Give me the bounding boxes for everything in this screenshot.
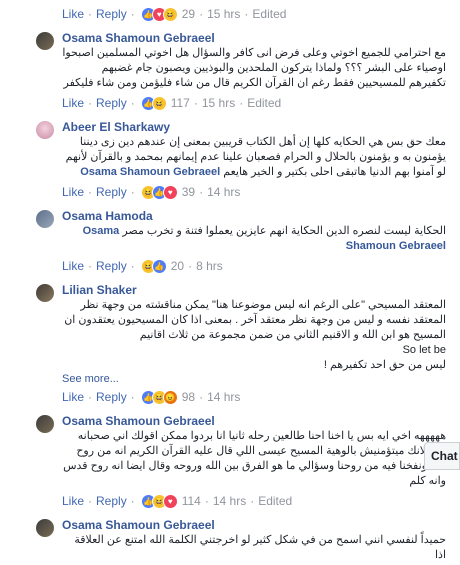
like-link[interactable]: Like <box>62 185 84 199</box>
comment-text: المعتقد المسيحي "على الرغم انه ليس موضوع… <box>64 299 446 341</box>
reactions[interactable]: 😆 👍 <box>140 258 167 274</box>
chat-tab[interactable]: Chat <box>424 442 460 470</box>
comment-item: Osama Hamoda الحكاية ليست لنصره الدين ال… <box>0 202 460 256</box>
like-link[interactable]: Like <box>62 7 84 21</box>
comment-text-body: الحكاية ليست لنصره الدين الحكاية انهم عا… <box>122 225 446 237</box>
comment-item: Abeer El Sharkawy معك حق بس هي الحكايه ك… <box>0 113 460 182</box>
reply-link[interactable]: Reply <box>96 7 127 21</box>
reactions[interactable]: 👍 😆 ♥ <box>140 493 178 509</box>
avatar[interactable] <box>36 210 54 228</box>
edited-label: Edited <box>258 494 293 508</box>
reply-link[interactable]: Reply <box>96 185 127 199</box>
haha-reaction-icon: 😆 <box>162 6 178 22</box>
reply-link[interactable]: Reply <box>96 96 127 110</box>
comment-actions: Like · Reply · 😆 👍 ♥ 39 · 14 hrs <box>62 184 241 200</box>
reaction-count: 20 <box>170 259 185 273</box>
reactions[interactable]: 👍 😆 <box>140 95 167 111</box>
reactions[interactable]: 😆 👍 ♥ <box>140 184 178 200</box>
comment-time[interactable]: 15 hrs <box>207 7 240 21</box>
reactions[interactable]: 👍 ♥ 😆 <box>140 6 178 22</box>
comment-actions: Like · Reply · 👍 😆 😠 98 · 14 hrs <box>62 389 241 405</box>
reaction-count: 114 <box>181 494 201 508</box>
comment-author[interactable]: Lilian Shaker <box>62 282 452 298</box>
comment-actions: Like · Reply · 👍 😆 117 · 15 hrs · Edited <box>62 95 282 111</box>
comment-actions: Like · Reply · 👍 😆 ♥ 114 · 14 hrs · Edited <box>62 493 293 509</box>
comment-thread: Like · Reply · 👍 ♥ 😆 29 · 15 hrs · Edite… <box>0 0 460 565</box>
comment-author[interactable]: Osama Shamoun Gebraeel <box>62 413 452 429</box>
love-reaction-icon: ♥ <box>162 493 178 509</box>
comment-actions: Like · Reply · 👍 ♥ 😆 29 · 15 hrs · Edite… <box>62 6 287 22</box>
comment-item: Osama Shamoun Gebraeel مع احترامي للجميع… <box>0 24 460 93</box>
comment-time[interactable]: 8 hrs <box>196 259 223 273</box>
like-link[interactable]: Like <box>62 494 84 508</box>
comment-item: Osama Shamoun Gebraeel هههههه اخي ايه بس… <box>0 407 460 491</box>
comment-item: Osama Shamoun Gebraeel حميداً لنفسي انني… <box>0 511 460 565</box>
reaction-count: 29 <box>181 7 196 21</box>
like-link[interactable]: Like <box>62 390 84 404</box>
comment-item: Lilian Shaker المعتقد المسيحي "على الرغم… <box>0 276 460 387</box>
comment-text: الحكاية ليست لنصره الدين الحكاية انهم عا… <box>62 224 452 254</box>
comment-text-line: ليس من حق احد تكفيرهم ! <box>323 359 446 371</box>
avatar[interactable] <box>36 519 54 537</box>
reply-link[interactable]: Reply <box>96 259 127 273</box>
avatar[interactable] <box>36 121 54 139</box>
haha-reaction-icon: 😆 <box>151 95 167 111</box>
comment-author[interactable]: Osama Shamoun Gebraeel <box>62 517 452 533</box>
comment-text: مع احترامي للجميع اخوتي وعلى فرض انى كاف… <box>62 47 446 89</box>
edited-label: Edited <box>252 7 287 21</box>
comment-text: معك حق بس هي الحكايه كلها إن أهل الكتاب … <box>62 135 452 180</box>
comment-time[interactable]: 14 hrs <box>207 185 240 199</box>
comment-time[interactable]: 15 hrs <box>202 96 235 110</box>
avatar[interactable] <box>36 415 54 433</box>
reaction-count: 98 <box>181 390 196 404</box>
comment-extra-text: So let be <box>402 344 446 356</box>
see-more-link[interactable]: See more... <box>62 373 452 385</box>
comment-text: هههههه اخي ايه بس يا اخنا احنا طالعين رح… <box>63 430 446 487</box>
angry-reaction-icon: 😠 <box>162 389 178 405</box>
love-reaction-icon: ♥ <box>162 184 178 200</box>
avatar[interactable] <box>36 284 54 302</box>
comment-actions: Like · Reply · 😆 👍 20 · 8 hrs <box>62 258 223 274</box>
comment-author[interactable]: Abeer El Sharkawy <box>62 119 452 135</box>
reactions[interactable]: 👍 😆 😠 <box>140 389 178 405</box>
reaction-count: 117 <box>170 96 190 110</box>
comment-text: حميداً لنفسي انني اسمح من في شكل كثير لو… <box>74 534 446 561</box>
edited-label: Edited <box>247 96 282 110</box>
like-link[interactable]: Like <box>62 259 84 273</box>
comment-author[interactable]: Osama Hamoda <box>62 208 452 224</box>
avatar[interactable] <box>36 32 54 50</box>
comment-time[interactable]: 14 hrs <box>213 494 246 508</box>
comment-time[interactable]: 14 hrs <box>207 390 240 404</box>
like-link[interactable]: Like <box>62 96 84 110</box>
reaction-count: 39 <box>181 185 196 199</box>
mention-tag[interactable]: Osama Shamoun Gebraeel <box>80 166 220 178</box>
like-reaction-icon: 👍 <box>151 258 167 274</box>
comment-author[interactable]: Osama Shamoun Gebraeel <box>62 30 452 46</box>
reply-link[interactable]: Reply <box>96 390 127 404</box>
reply-link[interactable]: Reply <box>96 494 127 508</box>
